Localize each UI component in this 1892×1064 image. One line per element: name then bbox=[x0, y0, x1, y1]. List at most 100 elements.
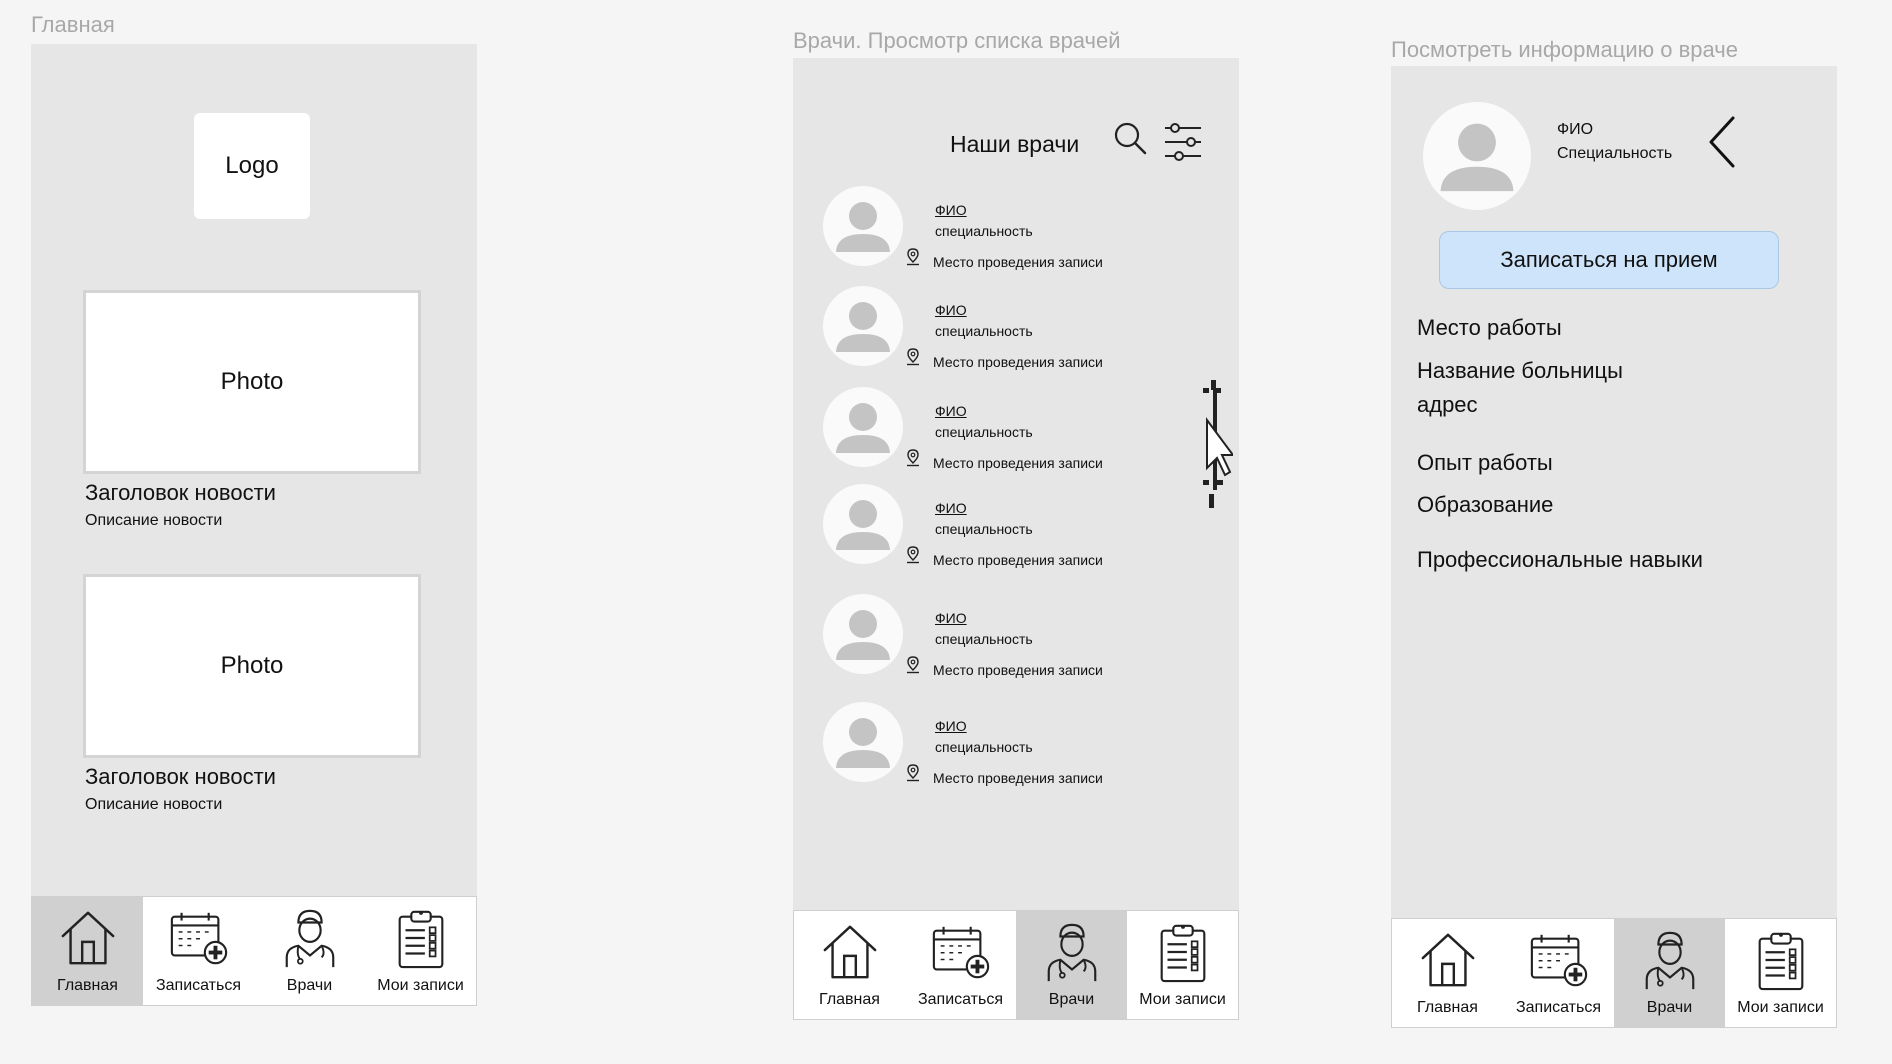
nav-home[interactable]: Главная bbox=[794, 911, 905, 1019]
nav-doctors-label: Врачи bbox=[1646, 999, 1693, 1016]
doctor-name[interactable]: ФИО bbox=[935, 302, 967, 318]
doctor-place: Место проведения записи bbox=[933, 662, 1103, 678]
doctor-specialty: специальность bbox=[935, 521, 1033, 537]
bottom-nav: Главная Записаться Врачи Мои записи bbox=[1391, 918, 1837, 1028]
map-pin-icon bbox=[905, 348, 921, 366]
doctor-list-item[interactable]: ФИО специальность Место проведения запис… bbox=[823, 484, 1213, 568]
news-photo-2[interactable]: Photo bbox=[83, 574, 421, 758]
nav-home[interactable]: Главная bbox=[1392, 919, 1503, 1027]
nav-records-label: Мои записи bbox=[377, 977, 464, 994]
news-description-1: Описание новости bbox=[85, 512, 223, 529]
map-pin-icon bbox=[905, 546, 921, 564]
clipboard-list-icon bbox=[390, 907, 452, 969]
doctor-specialty: специальность bbox=[935, 223, 1033, 239]
cursor-icon bbox=[1203, 380, 1233, 508]
nav-records[interactable]: Мои записи bbox=[365, 897, 476, 1005]
doctor-list-item[interactable]: ФИО специальность Место проведения запис… bbox=[823, 186, 1213, 270]
calendar-plus-icon bbox=[168, 907, 230, 969]
nav-doctors[interactable]: Врачи bbox=[1016, 911, 1127, 1019]
nav-home-label: Главная bbox=[1417, 999, 1478, 1016]
news-photo-1[interactable]: Photo bbox=[83, 290, 421, 474]
clipboard-list-icon bbox=[1152, 921, 1214, 983]
bottom-nav: Главная Записаться Врачи Мои записи bbox=[31, 896, 477, 1006]
doctor-list-item[interactable]: ФИО специальность Место проведения запис… bbox=[823, 387, 1213, 471]
hospital-address: адрес bbox=[1417, 392, 1478, 417]
doctor-name[interactable]: ФИО bbox=[935, 202, 967, 218]
phone-home: Logo Photo Заголовок новости Описание но… bbox=[31, 44, 477, 1006]
nav-records-label: Мои записи bbox=[1139, 991, 1226, 1008]
doctor-specialty: специальность bbox=[935, 739, 1033, 755]
avatar bbox=[823, 594, 903, 674]
news-title-1[interactable]: Заголовок новости bbox=[85, 480, 276, 506]
doctor-name[interactable]: ФИО bbox=[935, 610, 967, 626]
doctor-place: Место проведения записи bbox=[933, 254, 1103, 270]
doctor-place: Место проведения записи bbox=[933, 770, 1103, 786]
chevron-left-icon[interactable] bbox=[1707, 116, 1737, 168]
frame-title-home: Главная bbox=[31, 12, 115, 37]
avatar-placeholder-icon bbox=[823, 186, 903, 266]
hospital-name: Название больницы bbox=[1417, 358, 1623, 383]
phone-doctors: Наши врачи ФИО специальность Место прове… bbox=[793, 58, 1239, 1020]
avatar-placeholder-icon bbox=[823, 484, 903, 564]
nav-records[interactable]: Мои записи bbox=[1725, 919, 1836, 1027]
avatar bbox=[823, 186, 903, 266]
frame-title-detail: Посмотреть информацию о враче bbox=[1391, 37, 1738, 62]
search-icon[interactable] bbox=[1113, 121, 1147, 155]
filter-sliders-icon[interactable] bbox=[1163, 121, 1203, 165]
doctor-icon bbox=[279, 907, 341, 969]
doctor-name[interactable]: ФИО bbox=[935, 500, 967, 516]
avatar-placeholder-icon bbox=[823, 387, 903, 467]
experience-label: Опыт работы bbox=[1417, 450, 1553, 475]
home-icon bbox=[819, 921, 881, 983]
nav-book[interactable]: Записаться bbox=[905, 911, 1016, 1019]
doctor-list-item[interactable]: ФИО специальность Место проведения запис… bbox=[823, 594, 1213, 678]
nav-home-label: Главная bbox=[819, 991, 880, 1008]
nav-book-label: Записаться bbox=[1515, 999, 1602, 1016]
home-icon bbox=[57, 907, 119, 969]
nav-doctors[interactable]: Врачи bbox=[1614, 919, 1725, 1027]
doctor-list-item[interactable]: ФИО специальность Место проведения запис… bbox=[823, 702, 1213, 786]
news-description-2: Описание новости bbox=[85, 796, 223, 813]
doctor-name: ФИО bbox=[1557, 121, 1594, 138]
frame-title-doctors: Врачи. Просмотр списка врачей bbox=[793, 28, 1121, 53]
doctor-specialty: Специальность bbox=[1557, 145, 1673, 162]
page-title: Наши врачи bbox=[950, 131, 1080, 157]
doctor-icon bbox=[1041, 921, 1103, 983]
doctor-place: Место проведения записи bbox=[933, 455, 1103, 471]
doctor-specialty: специальность bbox=[935, 424, 1033, 440]
nav-records-label: Мои записи bbox=[1737, 999, 1824, 1016]
doctor-icon bbox=[1639, 929, 1701, 991]
doctor-specialty: специальность bbox=[935, 631, 1033, 647]
map-pin-icon bbox=[905, 656, 921, 674]
nav-book[interactable]: Записаться bbox=[143, 897, 254, 1005]
news-title-2[interactable]: Заголовок новости bbox=[85, 764, 276, 790]
doctor-name[interactable]: ФИО bbox=[935, 403, 967, 419]
clipboard-list-icon bbox=[1750, 929, 1812, 991]
map-pin-icon bbox=[905, 764, 921, 782]
nav-book[interactable]: Записаться bbox=[1503, 919, 1614, 1027]
avatar bbox=[823, 702, 903, 782]
avatar-placeholder-icon bbox=[823, 594, 903, 674]
nav-home[interactable]: Главная bbox=[32, 897, 143, 1005]
nav-doctors[interactable]: Врачи bbox=[254, 897, 365, 1005]
book-appointment-button[interactable]: Записаться на прием bbox=[1439, 231, 1779, 289]
map-pin-icon bbox=[905, 248, 921, 266]
map-pin-icon bbox=[905, 449, 921, 467]
nav-home-label: Главная bbox=[57, 977, 118, 994]
logo: Logo bbox=[194, 113, 310, 219]
avatar bbox=[1423, 102, 1531, 210]
doctor-place: Место проведения записи bbox=[933, 552, 1103, 568]
doctor-place: Место проведения записи bbox=[933, 354, 1103, 370]
nav-records[interactable]: Мои записи bbox=[1127, 911, 1238, 1019]
bottom-nav: Главная Записаться Врачи Мои записи bbox=[793, 910, 1239, 1020]
avatar bbox=[823, 286, 903, 366]
avatar-placeholder-icon bbox=[823, 286, 903, 366]
avatar-placeholder-icon bbox=[1423, 102, 1531, 210]
calendar-plus-icon bbox=[930, 921, 992, 983]
education-label: Образование bbox=[1417, 492, 1554, 517]
doctor-name[interactable]: ФИО bbox=[935, 718, 967, 734]
phone-detail: ФИО Специальность Записаться на прием Ме… bbox=[1391, 66, 1837, 1028]
avatar bbox=[823, 484, 903, 564]
doctor-list-item[interactable]: ФИО специальность Место проведения запис… bbox=[823, 286, 1213, 370]
skills-label: Профессиональные навыки bbox=[1417, 547, 1703, 572]
